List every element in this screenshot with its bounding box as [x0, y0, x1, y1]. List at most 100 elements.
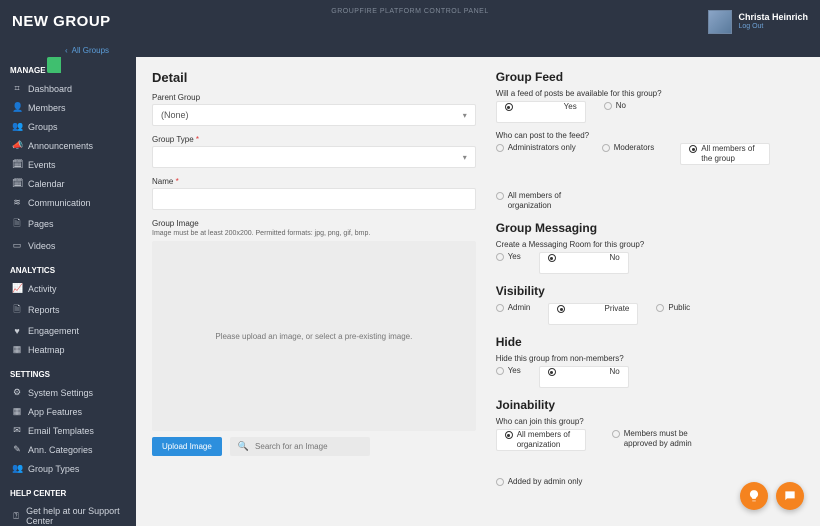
logout-link[interactable]: Log Out: [738, 23, 808, 31]
back-link[interactable]: All Groups: [72, 46, 109, 55]
page-title: NEW GROUP: [12, 13, 111, 30]
sidebar-item-label: Activity: [28, 284, 57, 294]
sidebar-item-pages[interactable]: 🗎 Pages: [0, 212, 136, 236]
feed-q2: Who can post to the feed?: [496, 131, 804, 140]
sidebar-item-label: Group Types: [28, 464, 79, 474]
sidebar-item-events[interactable]: 🗓Events: [0, 155, 136, 174]
visibility-heading: Visibility: [496, 284, 804, 298]
hide-heading: Hide: [496, 335, 804, 349]
sidebar-item-group-types[interactable]: 👥 Group Types: [0, 459, 136, 478]
feed-post-option-0[interactable]: Administrators only: [496, 143, 576, 165]
sidebar-item-label: System Settings: [28, 388, 93, 398]
sidebar-item-ann-categories[interactable]: ✎Ann. Categories: [0, 440, 136, 459]
sidebar-icon: ⍰: [12, 511, 20, 522]
sidebar-item-activity[interactable]: 📈 Activity: [0, 279, 136, 298]
sidebar-item-groups[interactable]: 👥Groups: [0, 117, 136, 136]
name-label: Name: [152, 177, 476, 186]
sidebar-item-communication[interactable]: ≋ Communication: [0, 193, 136, 212]
green-tab-edge: [47, 57, 61, 73]
search-icon: 🔍: [238, 441, 249, 452]
sidebar-item-label: Dashboard: [28, 84, 72, 94]
sidebar-item-dashboard[interactable]: ⌗Dashboard: [0, 79, 136, 98]
feed-yes[interactable]: Yes: [496, 101, 586, 123]
chat-button[interactable]: [776, 482, 804, 510]
sidebar-icon: ▦: [12, 406, 22, 417]
hide-no[interactable]: No: [539, 366, 629, 388]
sidebar-section-head: ANALYTICS: [0, 262, 136, 279]
image-dropzone[interactable]: Please upload an image, or select a pre-…: [152, 241, 476, 431]
sidebar-item-label: Events: [28, 160, 56, 170]
sidebar-section-head: SETTINGS: [0, 366, 136, 383]
feed-post-option-2[interactable]: All members of the group: [680, 143, 770, 165]
sidebar-icon: 👥: [12, 463, 22, 474]
group-type-select[interactable]: ▾: [152, 146, 476, 168]
sidebar-item-reports[interactable]: 🗎Reports: [0, 298, 136, 322]
sidebar-item-members[interactable]: 👤Members: [0, 98, 136, 117]
feed-no[interactable]: No: [604, 101, 626, 123]
sidebar-item-videos[interactable]: ▭ Videos: [0, 236, 136, 255]
user-name: Christa Heinrich: [738, 13, 808, 23]
sidebar-item-email-templates[interactable]: ✉ Email Templates: [0, 421, 136, 440]
sidebar-icon: ✉: [12, 425, 22, 436]
visibility-option-2[interactable]: Public: [656, 303, 690, 325]
group-image-label: Group Image: [152, 219, 476, 228]
sidebar-icon: 📈: [12, 283, 22, 294]
parent-group-value: (None): [161, 110, 189, 120]
sidebar-item-system-settings[interactable]: ⚙ System Settings: [0, 383, 136, 402]
avatar[interactable]: [708, 10, 732, 34]
sidebar-item-heatmap[interactable]: ▦ Heatmap: [0, 340, 136, 359]
chevron-down-icon: ▾: [463, 153, 467, 162]
breadcrumb: ‹ All Groups: [0, 43, 820, 57]
chevron-left-icon: ‹: [65, 46, 68, 55]
feed-post-option-3[interactable]: All members of organization: [496, 191, 586, 211]
group-image-hint: Image must be at least 200x200. Permitte…: [152, 230, 412, 237]
hide-yes[interactable]: Yes: [496, 366, 521, 388]
chevron-down-icon: ▾: [463, 111, 467, 120]
sidebar-item-label: App Features: [28, 407, 82, 417]
parent-group-label: Parent Group: [152, 93, 476, 102]
parent-group-select[interactable]: (None) ▾: [152, 104, 476, 126]
sidebar-item-label: Email Templates: [28, 426, 94, 436]
upload-image-button[interactable]: Upload Image: [152, 437, 222, 456]
sidebar-section-head: HELP CENTER: [0, 485, 136, 502]
name-input[interactable]: [152, 188, 476, 210]
messaging-no[interactable]: No: [539, 252, 629, 274]
sidebar-icon: 👤: [12, 102, 22, 113]
sidebar-icon: ≋: [12, 197, 22, 208]
sidebar-item-label: Get help at our Support Center: [26, 506, 126, 526]
joinability-q: Who can join this group?: [496, 417, 804, 426]
sidebar-icon: ▦: [12, 344, 22, 355]
sidebar-item-label: Reports: [28, 305, 60, 315]
sidebar-item-label: Pages: [28, 219, 54, 229]
feed-post-option-1[interactable]: Moderators: [602, 143, 654, 165]
sidebar-item-label: Ann. Categories: [28, 445, 93, 455]
messaging-yes[interactable]: Yes: [496, 252, 521, 274]
image-search-wrap[interactable]: 🔍: [230, 437, 370, 456]
sidebar-icon: ♥: [12, 326, 22, 336]
visibility-option-0[interactable]: Admin: [496, 303, 531, 325]
image-dropzone-text: Please upload an image, or select a pre-…: [215, 332, 412, 341]
sidebar-item-label: Groups: [28, 122, 58, 132]
sidebar-icon: ⚙: [12, 387, 22, 398]
sidebar-item-label: Videos: [28, 241, 55, 251]
sidebar-item-engagement[interactable]: ♥Engagement: [0, 322, 136, 340]
visibility-option-1[interactable]: Private: [548, 303, 638, 325]
sidebar-item-announcements[interactable]: 📣Announcements: [0, 136, 136, 155]
sidebar-item-app-features[interactable]: ▦ App Features: [0, 402, 136, 421]
sidebar: MANAGE⌗Dashboard👤Members👥Groups📣Announce…: [0, 57, 136, 526]
sidebar-item-label: Heatmap: [28, 345, 65, 355]
sidebar-item-get-help-at-our-support-center[interactable]: ⍰ Get help at our Support Center: [0, 502, 136, 526]
joinability-option-2[interactable]: Added by admin only: [496, 477, 583, 487]
sidebar-item-calendar[interactable]: 🗓Calendar: [0, 174, 136, 193]
sidebar-item-label: Communication: [28, 198, 91, 208]
image-search-input[interactable]: [255, 442, 362, 451]
detail-heading: Detail: [152, 70, 476, 85]
sidebar-section-head: MANAGE: [0, 62, 136, 79]
messaging-heading: Group Messaging: [496, 221, 804, 235]
sidebar-icon: ▭: [12, 240, 22, 251]
joinability-heading: Joinability: [496, 398, 804, 412]
sidebar-icon: 🗎: [12, 216, 22, 232]
joinability-option-1[interactable]: Members must be approved by admin: [612, 429, 702, 451]
joinability-option-0[interactable]: All members of organization: [496, 429, 586, 451]
help-bulb-button[interactable]: [740, 482, 768, 510]
